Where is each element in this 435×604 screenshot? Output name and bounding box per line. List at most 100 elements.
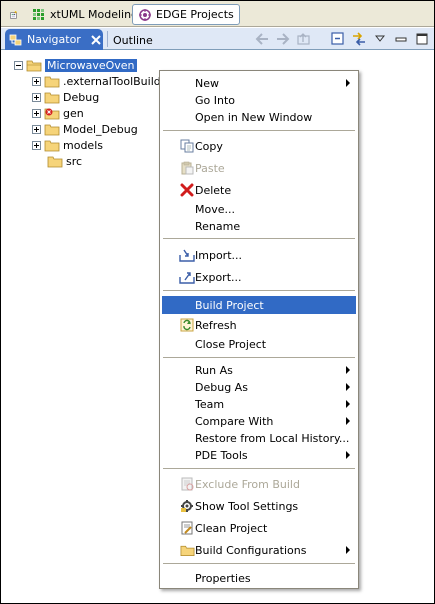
expand-icon[interactable] [32,92,41,102]
link-with-editor-icon[interactable] [351,31,367,47]
context-menu: New Go Into Open in New Window Copy Past… [159,70,359,589]
exclude-from-build-icon [179,476,195,492]
menu-separator [163,563,355,564]
edge-projects-icon [139,8,151,21]
clean-project-icon [179,520,195,536]
tree-item-root[interactable]: MicrowaveOven [14,57,137,73]
tab-label: Outline [113,33,153,47]
expand-icon[interactable] [32,140,41,150]
menu-item-exclude-from-build[interactable]: Exclude From Build [162,475,356,493]
tree-item[interactable]: models [32,137,103,153]
menu-item-copy[interactable]: Copy [162,137,356,155]
menu-item-open-in-new-window[interactable]: Open in New Window [162,108,356,126]
menu-item-export[interactable]: Export... [162,268,356,286]
menu-item-go-into[interactable]: Go Into [162,91,356,109]
menu-item-label: Import... [195,248,242,262]
collapse-icon[interactable] [14,60,23,70]
perspective-xtuml-modeling[interactable]: xtUML Modeling [27,4,143,25]
tree-item-label: src [66,154,83,168]
up-icon[interactable] [296,31,312,47]
maximize-icon[interactable] [414,31,430,47]
menu-item-label: Exclude From Build [195,477,300,491]
menu-item-label: Show Tool Settings [195,499,299,513]
menu-item-move[interactable]: Move... [162,200,356,218]
submenu-arrow-icon [346,366,350,374]
menu-separator [163,130,355,131]
folder-icon [44,140,60,151]
menu-separator [163,238,355,239]
expand-icon[interactable] [32,76,41,86]
menu-item-label: Move... [195,202,235,216]
menu-item-label: Restore from Local History... [195,431,350,445]
tree-item[interactable]: Debug [32,89,99,105]
tree-item-label: Model_Debug [63,122,138,136]
folder-icon [44,92,60,103]
tool-settings-icon [179,498,195,514]
forward-icon[interactable] [275,31,291,47]
open-perspective-button[interactable] [5,4,23,25]
menu-item-team[interactable]: Team [162,395,356,413]
menu-item-pde-tools[interactable]: PDE Tools [162,446,356,464]
menu-item-run-as[interactable]: Run As [162,361,356,379]
refresh-icon [179,317,195,333]
tab-divider [107,31,108,47]
delete-icon [179,182,195,198]
menu-item-build-project[interactable]: Build Project [162,296,356,314]
menu-separator [163,357,355,358]
menu-item-paste[interactable]: Paste [162,159,356,177]
perspective-label: xtUML Modeling [50,8,139,21]
tree-item-label: gen [63,106,84,120]
menu-item-label: Properties [195,571,251,585]
submenu-arrow-icon [346,417,350,425]
submenu-arrow-icon [346,383,350,391]
paste-icon [179,160,195,176]
tab-outline[interactable]: Outline [113,31,153,49]
expand-icon[interactable] [32,124,41,134]
menu-item-show-tool-settings[interactable]: Show Tool Settings [162,497,356,515]
menu-item-clean-project[interactable]: Clean Project [162,519,356,537]
menu-item-label: PDE Tools [195,448,248,462]
tree-item-label: Debug [63,90,100,104]
tree-item-label: models [63,138,103,152]
back-icon[interactable] [254,31,270,47]
menu-item-label: Clean Project [195,521,268,535]
close-icon[interactable] [91,34,101,45]
view-tab-bar: Navigator Outline [1,28,434,50]
perspective-edge-projects[interactable]: EDGE Projects [132,4,240,25]
menu-item-close-project[interactable]: Close Project [162,335,356,353]
navigator-icon [9,34,22,45]
collapse-all-icon[interactable] [330,31,346,47]
menu-item-build-configurations[interactable]: Build Configurations [162,541,356,559]
tab-navigator[interactable]: Navigator [5,29,103,50]
menu-separator [163,468,355,469]
menu-item-refresh[interactable]: Refresh [162,316,356,334]
import-icon [179,247,195,263]
export-icon [179,269,195,285]
submenu-arrow-icon [346,451,350,459]
folder-icon [44,124,60,135]
menu-item-label: Close Project [195,337,267,351]
menu-item-label: Go Into [195,93,236,107]
menu-item-label: Rename [195,219,241,233]
tree-item[interactable]: src [47,153,82,169]
tree-item[interactable]: Model_Debug [32,121,138,137]
view-menu-icon[interactable] [372,31,388,47]
menu-item-new[interactable]: New [162,74,356,92]
tree-item[interactable]: .externalToolBuilders [32,73,178,89]
minimize-icon[interactable] [393,31,409,47]
folder-error-icon [44,108,60,119]
menu-item-compare-with[interactable]: Compare With [162,412,356,430]
menu-item-debug-as[interactable]: Debug As [162,378,356,396]
menu-item-delete[interactable]: Delete [162,181,356,199]
folder-icon [179,542,195,558]
view-toolbar [254,31,430,47]
tree-item[interactable]: gen [32,105,84,121]
expand-icon[interactable] [32,108,41,118]
menu-item-label: Paste [195,161,225,175]
submenu-arrow-icon [346,79,350,87]
menu-item-label: Open in New Window [195,110,313,124]
menu-item-rename[interactable]: Rename [162,217,356,235]
menu-item-restore-from-local-history[interactable]: Restore from Local History... [162,429,356,447]
menu-item-properties[interactable]: Properties [162,569,356,587]
menu-item-import[interactable]: Import... [162,246,356,264]
